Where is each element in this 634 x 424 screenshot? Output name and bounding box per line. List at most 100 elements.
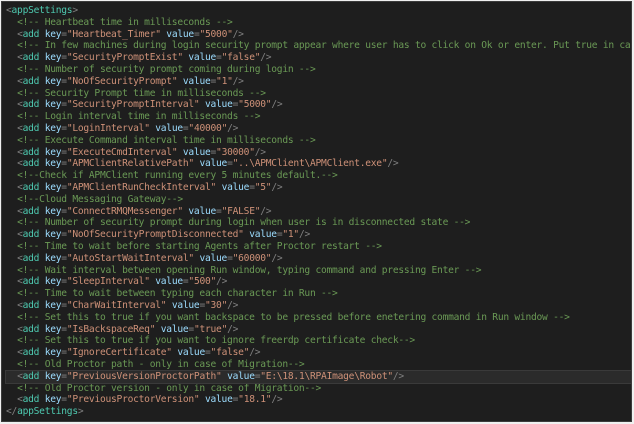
xml-comment: Number of security prompt coming during … — [44, 63, 294, 75]
code-line[interactable]: <add key="PreviousProctorVersion" value=… — [6, 394, 631, 406]
code-line[interactable]: <add key="LoginInterval" value="40000"/> — [6, 123, 631, 135]
xml-comment: Heartbeat time in milliseconds — [44, 16, 211, 28]
code-editor[interactable]: <appSettings> <!-- Heartbeat time in mil… — [1, 1, 632, 422]
xml-comment: Old Proctor path - only in case of Migra… — [44, 358, 288, 370]
setting-key: IgnoreCertificate — [72, 347, 167, 359]
setting-value: 30 — [210, 299, 222, 311]
xml-tag-name: add — [22, 99, 40, 111]
code-line[interactable]: <add key="SecurityPromptExist" value="fa… — [6, 52, 631, 64]
code-line[interactable]: <!-- Login interval time in milliseconds… — [6, 111, 631, 123]
xml-tag-name: add — [22, 75, 40, 87]
code-line[interactable]: <add key="ConnectRMQMessenger" value="FA… — [6, 206, 631, 218]
xml-tag-name: add — [22, 28, 40, 40]
xml-tag-name: add — [22, 205, 40, 217]
xml-tag-name: add — [22, 394, 40, 406]
code-line[interactable]: <appSettings> — [6, 5, 631, 17]
xml-tag-name: add — [22, 146, 40, 158]
xml-tag-name: add — [22, 52, 40, 64]
code-line[interactable]: <add key="IgnoreCertificate" value="fals… — [6, 347, 631, 359]
code-line[interactable]: <add key="NoOfSecurityPrompt" value="1"/… — [6, 76, 631, 88]
xml-comment: Security Prompt time in milliseconds — [44, 87, 244, 99]
code-line[interactable]: <add key="CharWaitInterval" value="30"/> — [6, 300, 631, 312]
setting-value: 5000 — [243, 99, 266, 111]
xml-comment: Check if APMClient running every 5 minut… — [39, 170, 321, 182]
xml-tag-name: add — [22, 158, 40, 170]
code-line[interactable]: <!-- Time to wait between typing each ch… — [6, 288, 631, 300]
code-line[interactable]: <add key="PreviousVersionProctorPath" va… — [5, 369, 631, 384]
xml-comment: Login interval time in milliseconds — [44, 111, 239, 123]
setting-value: ..\APMClient\APMClient.exe — [238, 158, 382, 170]
xml-tag-name: add — [22, 252, 40, 264]
code-line[interactable]: <!-- Old Proctor version - only in case … — [6, 383, 631, 395]
code-text[interactable]: <appSettings> <!-- Heartbeat time in mil… — [5, 5, 631, 418]
xml-tag-name: add — [22, 323, 40, 335]
code-line[interactable]: <!--Cloud Messaging Gateway--> — [6, 194, 631, 206]
xml-tag-name: add — [22, 229, 40, 241]
setting-key: Heartbeat_Timer — [72, 28, 156, 40]
xml-comment: Time to wait before starting Agents afte… — [44, 240, 360, 252]
setting-value: 5000 — [205, 28, 228, 40]
code-line[interactable]: <!-- Execute Command interval time in mi… — [6, 135, 631, 147]
code-line[interactable]: <!-- In few machines during login securi… — [6, 40, 631, 52]
setting-key: ConnectRMQMessenger — [72, 205, 178, 217]
setting-key: PreviousVersionProctorPath — [72, 370, 217, 382]
code-line[interactable]: <!-- Set this to true if you want backsp… — [6, 312, 631, 324]
xml-comment: Number of security prompt during login w… — [44, 217, 449, 229]
code-line[interactable]: <add key="SecurityPromptInterval" value=… — [6, 99, 631, 111]
code-line[interactable]: <add key="ExecuteCmdInterval" value="300… — [6, 147, 631, 159]
xml-comment: Set this to true if you want backspace t… — [44, 311, 548, 323]
xml-tag-name: appSettings — [11, 5, 73, 16]
code-line[interactable]: <!-- Security Prompt time in millisecond… — [6, 88, 631, 100]
xml-comment: In few machines during login security pr… — [44, 40, 632, 52]
code-line[interactable]: <!-- Wait interval between opening Run w… — [6, 265, 631, 277]
setting-key: APMClientRunCheckInterval — [72, 181, 211, 193]
code-line[interactable]: <!-- Set this to true if you want to ign… — [6, 335, 631, 347]
code-line[interactable]: <!-- Old Proctor path - only in case of … — [6, 359, 631, 371]
xml-tag-name: add — [22, 347, 40, 359]
xml-comment: Wait interval between opening Run window… — [44, 264, 460, 276]
setting-value: 30000 — [221, 146, 250, 158]
code-line[interactable]: <!-- Heartbeat time in milliseconds --> — [6, 17, 631, 29]
code-line[interactable]: <!-- Number of security prompt during lo… — [6, 217, 631, 229]
xml-comment: Set this to true if you want to ignore f… — [44, 335, 399, 347]
code-line[interactable]: <add key="SleepInterval" value="500"/> — [6, 276, 631, 288]
setting-key: CharWaitInterval — [72, 299, 161, 311]
setting-key: ExecuteCmdInterval — [72, 146, 172, 158]
code-line[interactable]: <add key="Heartbeat_Timer" value="5000"/… — [6, 29, 631, 41]
xml-tag-name: add — [22, 299, 40, 311]
xml-comment: Execute Command interval time in millise… — [44, 134, 294, 146]
setting-key: PreviousProctorVersion — [72, 394, 194, 406]
setting-value: 500 — [193, 276, 211, 288]
xml-tag-name: add — [22, 122, 40, 134]
setting-key: SleepInterval — [72, 276, 145, 288]
code-line[interactable]: <add key="NoOfSecurityPromptDisconnected… — [6, 229, 631, 241]
xml-tag-name: add — [22, 370, 40, 382]
setting-key: SecurityPromptExist — [72, 52, 178, 64]
code-line[interactable]: <add key="APMClientRelativePath" value="… — [6, 158, 631, 170]
code-line[interactable]: <!-- Number of security prompt coming du… — [6, 64, 631, 76]
setting-value: 60000 — [238, 252, 266, 264]
xml-comment: Old Proctor version - only in case of Mi… — [44, 382, 305, 394]
xml-tag-name: appSettings — [17, 406, 78, 418]
setting-value: E:\18.1\RPAImage\Robot — [265, 370, 388, 382]
setting-value: 18.1 — [243, 394, 266, 406]
xml-tag-name: add — [22, 181, 40, 193]
code-line[interactable]: <!-- Time to wait before starting Agents… — [6, 241, 631, 253]
code-line[interactable]: <add key="IsBackspaceReq" value="true"/> — [6, 324, 631, 336]
code-line[interactable]: <add key="APMClientRunCheckInterval" val… — [6, 182, 631, 194]
setting-value: false — [227, 52, 255, 64]
xml-tag-name: add — [22, 276, 40, 288]
setting-value: 40000 — [193, 122, 222, 134]
setting-value: FALSE — [227, 205, 255, 217]
setting-key: NoOfSecurityPromptDisconnected — [72, 229, 239, 241]
code-line[interactable]: <!--Check if APMClient running every 5 m… — [6, 170, 631, 182]
setting-key: APMClientRelativePath — [72, 158, 189, 170]
setting-key: NoOfSecurityPrompt — [72, 75, 172, 87]
setting-key: IsBackspaceReq — [72, 323, 150, 335]
xml-comment: Time to wait between typing each charact… — [44, 288, 316, 300]
setting-key: LoginInterval — [72, 122, 145, 134]
code-line[interactable]: </appSettings> — [6, 406, 631, 418]
setting-value: false — [216, 347, 244, 359]
setting-key: SecurityPromptInterval — [72, 99, 194, 111]
code-line[interactable]: <add key="AutoStartWaitInterval" value="… — [6, 253, 631, 265]
